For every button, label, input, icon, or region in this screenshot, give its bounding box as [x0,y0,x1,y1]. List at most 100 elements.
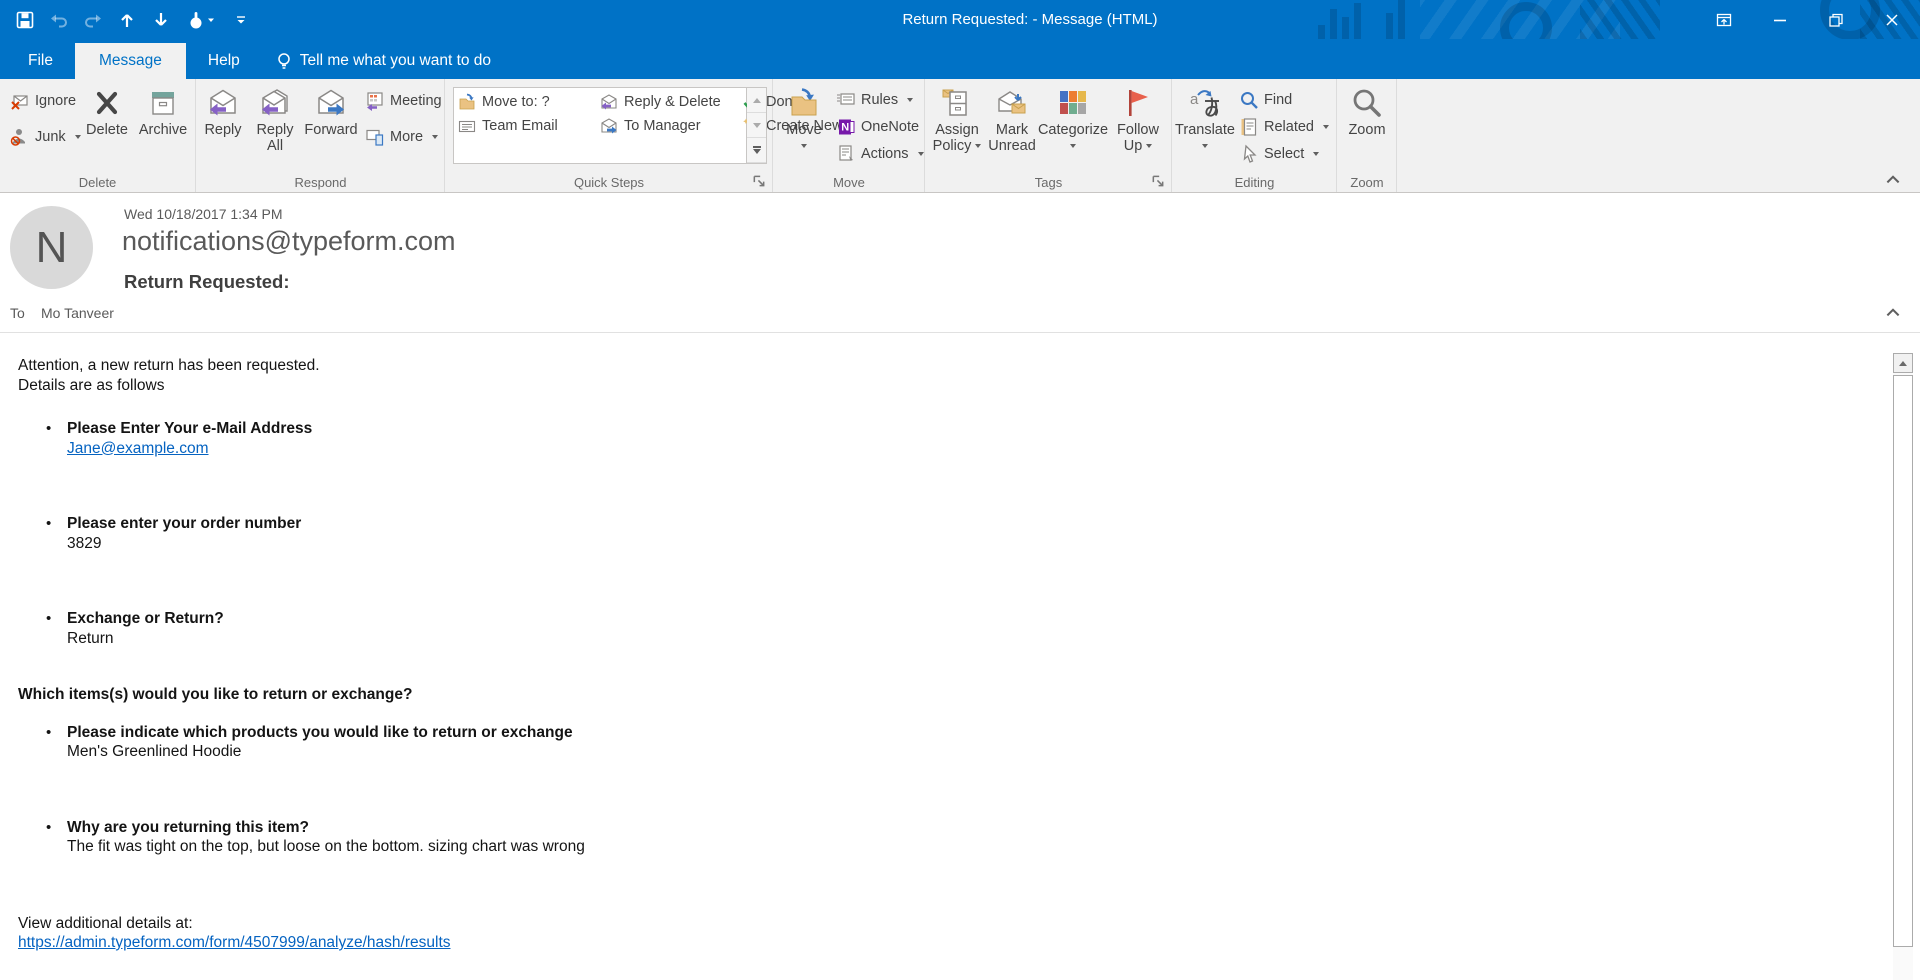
reply-delete-icon [600,93,618,111]
onenote-button[interactable]: N OneNote [836,114,924,140]
qa-order-number: Please enter your order number 3829 [18,514,1860,553]
categorize-button[interactable]: Categorize [1041,85,1105,173]
answer-email-link[interactable]: Jane@example.com [67,440,209,457]
group-label-quick-steps: Quick Steps [446,175,772,190]
reply-all-icon [259,87,291,119]
onenote-icon: N [836,117,856,137]
question-text: Please enter your order number [67,514,1860,534]
svg-text:a: a [1190,91,1199,108]
zoom-button[interactable]: Zoom [1339,85,1395,173]
ribbon-group-respond: Reply Reply All Forward Meeting More [197,79,445,192]
footer-results-link[interactable]: https://admin.typeform.com/form/4507999/… [18,934,451,951]
quick-step-to-manager[interactable]: To Manager [600,114,742,138]
related-button[interactable]: Related [1239,114,1329,140]
tags-dialog-launcher-icon[interactable] [1151,174,1165,188]
qa-exchange-or-return: Exchange or Return? Return [18,609,1860,648]
tab-message[interactable]: Message [75,43,186,79]
svg-text:N: N [841,122,849,134]
scrollbar-thumb[interactable] [1893,375,1913,947]
save-icon[interactable] [12,7,38,33]
forward-button[interactable]: Forward [303,85,359,173]
ignore-button[interactable]: Ignore [10,88,81,114]
actions-button[interactable]: Actions [836,141,924,167]
ignore-icon [10,91,30,111]
recipient-name[interactable]: Mo Tanveer [41,305,114,321]
assign-policy-button[interactable]: Assign Policy [928,85,986,173]
follow-up-button[interactable]: Follow Up [1110,85,1166,173]
junk-button[interactable]: Junk [10,124,81,150]
find-button[interactable]: Find [1239,87,1329,113]
sender-address[interactable]: notifications@typeform.com [122,226,456,257]
close-icon[interactable] [1864,0,1920,39]
customize-qat-icon[interactable] [228,7,254,33]
quick-steps-more[interactable] [747,138,766,163]
body-intro-line-2: Details are as follows [18,376,1860,396]
collapse-header-icon[interactable] [1884,305,1902,319]
select-button[interactable]: Select [1239,141,1329,167]
section-heading: Which items(s) would you like to return … [18,685,1860,705]
quick-step-team-email[interactable]: Team Email [458,114,600,138]
undo-icon[interactable] [46,7,72,33]
find-icon [1239,90,1259,110]
meeting-button[interactable]: Meeting [365,88,442,114]
quick-steps-scroll-up[interactable] [747,88,766,113]
lightbulb-icon [276,52,292,70]
next-item-icon[interactable] [148,7,174,33]
qa-return-reason: Why are you returning this item? The fit… [18,818,1860,857]
answer-text: Men's Greenlined Hoodie [67,742,1860,762]
tab-file[interactable]: File [6,43,75,79]
delete-icon [91,87,123,119]
scrollbar-up-icon[interactable] [1893,353,1913,373]
move-button[interactable]: Move [776,85,832,173]
quick-steps-scroll-down[interactable] [747,113,766,138]
titlebar: Return Requested: - Message (HTML) [0,0,1920,39]
minimize-icon[interactable] [1752,0,1808,39]
ribbon: Ignore Junk Delete Archive Delete Rep [0,79,1920,193]
tell-me-box[interactable]: Tell me what you want to do [262,43,505,79]
message-body: Attention, a new return has been request… [0,334,1920,980]
tab-help[interactable]: Help [186,43,262,79]
body-intro-line-1: Attention, a new return has been request… [18,356,1860,376]
delete-button[interactable]: Delete [79,85,135,173]
quick-step-reply-delete[interactable]: Reply & Delete [600,90,742,114]
touch-mode-icon[interactable] [182,7,220,33]
rules-button[interactable]: Rules [836,87,924,113]
translate-icon: a [1189,87,1221,119]
question-text: Please indicate which products you would… [67,723,1860,743]
ribbon-group-delete: Ignore Junk Delete Archive Delete [0,79,196,192]
question-text: Please Enter Your e-Mail Address [67,419,1860,439]
reply-button[interactable]: Reply [197,85,249,173]
group-label-editing: Editing [1173,175,1336,190]
collapse-ribbon-icon[interactable] [1884,172,1902,186]
ribbon-display-options-icon[interactable] [1696,0,1752,39]
more-respond-button[interactable]: More [365,124,442,150]
body-scrollbar[interactable] [1893,353,1913,980]
redo-icon[interactable] [80,7,106,33]
team-email-icon [458,117,476,135]
qa-email-address: Please Enter Your e-Mail Address Jane@ex… [18,419,1860,458]
reply-all-button[interactable]: Reply All [249,85,301,173]
previous-item-icon[interactable] [114,7,140,33]
question-text: Exchange or Return? [67,609,1860,629]
message-date: Wed 10/18/2017 1:34 PM [124,206,283,222]
message-subject: Return Requested: [124,271,290,293]
qa-products-to-return: Please indicate which products you would… [18,723,1860,762]
group-label-delete: Delete [0,175,195,190]
zoom-magnifier-icon [1351,87,1383,119]
translate-button[interactable]: a Translate [1175,85,1235,173]
ribbon-group-quick-steps: Move to: ? Team Email Reply & Delete To … [446,79,773,192]
archive-icon [147,87,179,119]
ribbon-group-zoom: Zoom Zoom [1338,79,1397,192]
categorize-icon [1057,87,1089,119]
ribbon-group-move: Move Rules N OneNote Actions Move [774,79,925,192]
rules-icon [836,90,856,110]
message-header: N Wed 10/18/2017 1:34 PM notifications@t… [0,193,1920,333]
quick-step-move-to[interactable]: Move to: ? [458,90,600,114]
archive-button[interactable]: Archive [135,85,191,173]
restore-icon[interactable] [1808,0,1864,39]
meeting-icon [365,91,385,111]
group-label-tags: Tags [926,175,1171,190]
mark-unread-button[interactable]: Mark Unread [986,85,1038,173]
quick-steps-dialog-launcher-icon[interactable] [752,174,766,188]
tell-me-label: Tell me what you want to do [300,52,491,70]
